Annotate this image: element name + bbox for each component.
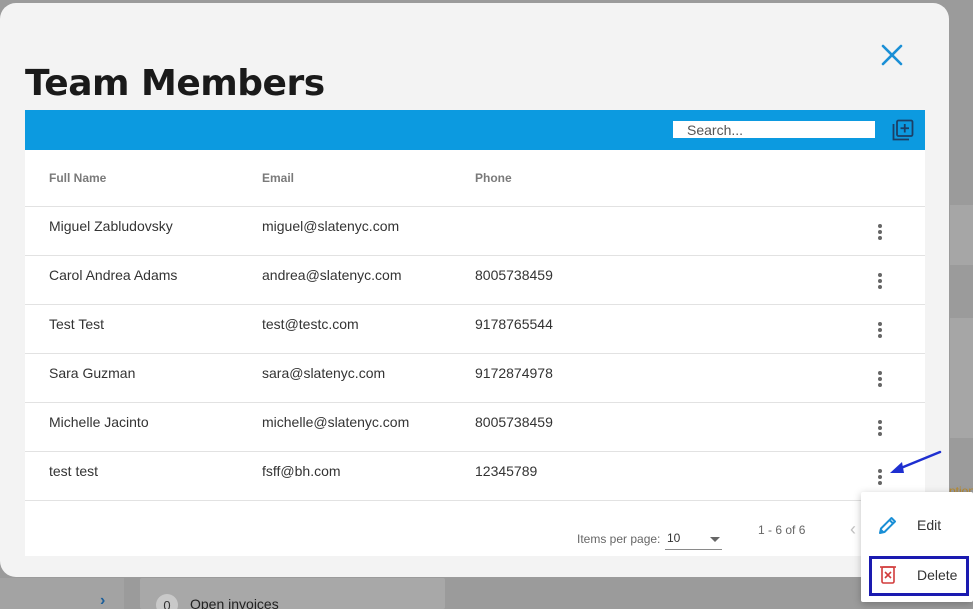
background-left-panel — [0, 578, 124, 609]
add-member-button[interactable] — [892, 119, 914, 141]
row-actions-menu-button[interactable] — [873, 319, 887, 341]
close-button[interactable] — [876, 39, 908, 71]
row-actions-menu-button[interactable] — [873, 466, 887, 488]
search-input[interactable] — [673, 121, 875, 138]
kebab-dot-icon — [878, 236, 882, 240]
kebab-dot-icon — [878, 224, 882, 228]
table-row: Miguel Zabludovsky miguel@slatenyc.com — [25, 207, 925, 256]
kebab-dot-icon — [878, 426, 882, 430]
kebab-dot-icon — [878, 475, 882, 479]
dialog-title: Team Members — [25, 63, 325, 104]
kebab-dot-icon — [878, 328, 882, 332]
cell-full-name: Michelle Jacinto — [49, 414, 149, 430]
row-actions-menu-button[interactable] — [873, 270, 887, 292]
table-row: Michelle Jacinto michelle@slatenyc.com 8… — [25, 403, 925, 452]
background-right-card-lower — [950, 318, 973, 438]
items-per-page-select[interactable]: 10 — [665, 528, 722, 550]
column-header-email[interactable]: Email — [262, 171, 294, 185]
open-invoices-count: 0 — [156, 594, 178, 609]
cell-full-name: Miguel Zabludovsky — [49, 218, 173, 234]
kebab-dot-icon — [878, 469, 882, 473]
row-actions-menu-button[interactable] — [873, 368, 887, 390]
row-actions-menu-button[interactable] — [873, 221, 887, 243]
kebab-dot-icon — [878, 481, 882, 485]
cell-full-name: Sara Guzman — [49, 365, 136, 381]
cell-email: michelle@slatenyc.com — [262, 414, 410, 430]
table-paginator: Items per page: 10 1 - 6 of 6 ‹ — [25, 501, 925, 556]
cell-phone: 8005738459 — [475, 267, 553, 283]
table-row: test test fsff@bh.com 12345789 — [25, 452, 925, 501]
cell-full-name: test test — [49, 463, 99, 479]
delete-label: Delete — [917, 567, 958, 583]
background-open-invoices-card — [140, 578, 445, 609]
cell-email: test@testc.com — [262, 316, 359, 332]
table-body: Miguel Zabludovsky miguel@slatenyc.com C… — [25, 207, 925, 501]
kebab-dot-icon — [878, 377, 882, 381]
kebab-dot-icon — [878, 432, 882, 436]
page-range-label: 1 - 6 of 6 — [758, 523, 806, 537]
delete-menu-item[interactable]: Delete — [861, 550, 973, 598]
cell-email: fsff@bh.com — [262, 463, 341, 479]
kebab-dot-icon — [878, 371, 882, 375]
table-toolbar — [25, 110, 925, 150]
column-header-full-name[interactable]: Full Name — [49, 171, 106, 185]
cell-phone: 12345789 — [475, 463, 538, 479]
cell-email: sara@slatenyc.com — [262, 365, 386, 381]
table-header: Full Name Email Phone — [25, 150, 925, 207]
items-per-page-label: Items per page: — [577, 532, 661, 546]
items-per-page-value: 10 — [667, 531, 681, 545]
cell-email: miguel@slatenyc.com — [262, 218, 400, 234]
delete-icon — [880, 566, 896, 584]
cell-full-name: Carol Andrea Adams — [49, 267, 178, 283]
cell-email: andrea@slatenyc.com — [262, 267, 402, 283]
table-row: Test Test test@testc.com 9178765544 — [25, 305, 925, 354]
kebab-dot-icon — [878, 322, 882, 326]
kebab-dot-icon — [878, 420, 882, 424]
table-row: Carol Andrea Adams andrea@slatenyc.com 8… — [25, 256, 925, 305]
cell-phone: 9172874978 — [475, 365, 553, 381]
team-members-table-card: Full Name Email Phone Miguel Zabludovsky… — [25, 110, 925, 556]
kebab-dot-icon — [878, 334, 882, 338]
kebab-dot-icon — [878, 273, 882, 277]
background-right-card — [950, 205, 973, 265]
cell-phone: 9178765544 — [475, 316, 553, 332]
open-invoices-label: Open invoices — [190, 596, 279, 609]
chevron-left-icon: ‹ — [850, 519, 856, 539]
kebab-dot-icon — [878, 285, 882, 289]
column-header-phone[interactable]: Phone — [475, 171, 512, 185]
kebab-dot-icon — [878, 279, 882, 283]
team-members-dialog: Team Members Full Name Email Phone — [0, 3, 949, 577]
edit-label: Edit — [917, 517, 942, 533]
close-icon — [881, 44, 903, 66]
cell-full-name: Test Test — [49, 316, 104, 332]
chevron-right-icon: › — [100, 592, 106, 609]
row-actions-menu: Edit Delete — [861, 492, 973, 602]
pencil-icon — [879, 517, 896, 534]
edit-menu-item[interactable]: Edit — [861, 500, 973, 548]
kebab-dot-icon — [878, 383, 882, 387]
add-box-icon — [892, 119, 914, 141]
kebab-dot-icon — [878, 230, 882, 234]
row-actions-menu-button[interactable] — [873, 417, 887, 439]
caret-down-icon — [710, 537, 720, 542]
table-row: Sara Guzman sara@slatenyc.com 9172874978 — [25, 354, 925, 403]
cell-phone: 8005738459 — [475, 414, 553, 430]
